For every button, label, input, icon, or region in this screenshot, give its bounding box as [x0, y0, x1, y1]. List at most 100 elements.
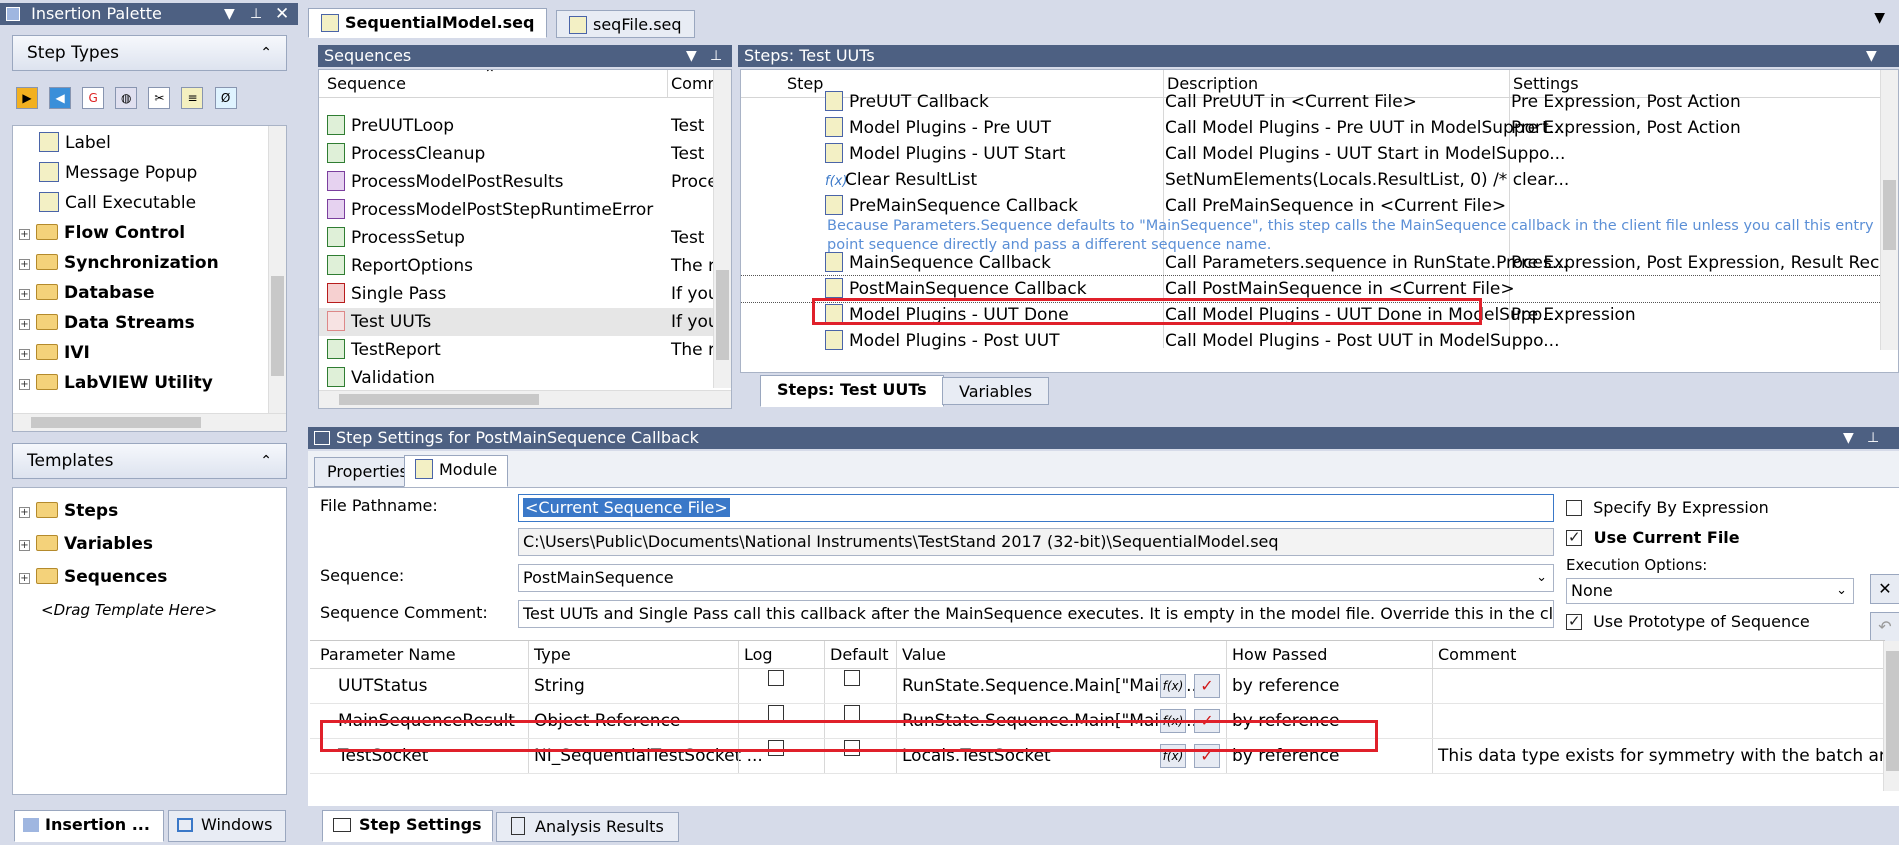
sequence-row[interactable]: ProcessSetup Test	[319, 224, 714, 252]
step-type-item[interactable]: Label	[39, 128, 268, 158]
step-type-item[interactable]: + IVI	[19, 338, 268, 368]
expand-icon[interactable]: +	[19, 507, 30, 518]
param-col-header[interactable]: Comment	[1438, 641, 1516, 669]
tab-insertion-palette[interactable]: Insertion ...	[14, 810, 164, 842]
step-type-item[interactable]: + Data Streams	[19, 308, 268, 338]
sequence-row[interactable]: ProcessCleanup Test	[319, 140, 714, 168]
step-row[interactable]: PreUUT Callback Call PreUUT in <Current F…	[741, 89, 1881, 115]
templates-header[interactable]: Templates ⌃	[12, 443, 287, 479]
sequence-row[interactable]: Single Pass If you	[319, 280, 719, 308]
step-adapter-icon[interactable]: ≡	[181, 87, 204, 109]
tab-variables[interactable]: Variables	[942, 377, 1050, 405]
step-type-item[interactable]: + Synchronization	[19, 248, 268, 278]
execution-options-select[interactable]: None ⌄	[1566, 578, 1854, 604]
close-icon[interactable]: ✕	[275, 3, 289, 25]
use-prototype-checkbox[interactable]	[1566, 612, 1582, 630]
tools-icon[interactable]: ✂	[148, 87, 171, 109]
step-row[interactable]: Model Plugins - Pre UUT Call Model Plugin…	[741, 115, 1881, 141]
step-type-item[interactable]: + Flow Control	[19, 218, 268, 248]
log-checkbox[interactable]	[768, 670, 784, 686]
dropdown-arrow-icon[interactable]: ▼	[686, 45, 697, 67]
tab-sequentialmodel-seq[interactable]: SequentialModel.seq	[308, 8, 548, 38]
expression-icon[interactable]: Ø	[214, 87, 237, 109]
undo-icon[interactable]: ↶	[1870, 612, 1899, 642]
sequence-call-icon[interactable]: ▶	[16, 87, 38, 109]
tab-step-settings[interactable]: Step Settings	[322, 810, 493, 842]
sequence-row[interactable]: ProcessModelPostStepRuntimeError	[319, 196, 714, 224]
step-row[interactable]: f(x)Clear ResultList SetNumElements(Local…	[741, 167, 1881, 193]
vertical-scrollbar[interactable]	[1880, 70, 1898, 350]
tools-icon[interactable]: ✕	[1870, 574, 1899, 604]
sequence-row[interactable]: TestReport The r	[319, 336, 715, 364]
param-col-header[interactable]: How Passed	[1232, 641, 1327, 669]
dropdown-arrow-icon[interactable]: ▼	[1843, 427, 1854, 449]
template-item-sequences[interactable]: + Sequences	[19, 562, 217, 592]
tab-windows[interactable]: Windows	[168, 810, 286, 842]
param-col-header[interactable]: Parameter Name	[320, 641, 456, 669]
default-checkbox[interactable]	[844, 670, 860, 686]
pin-icon[interactable]: ⊥	[250, 3, 262, 25]
tab-steps-test-uuts[interactable]: Steps: Test UUTs	[760, 375, 944, 407]
sequence-row[interactable]: ProcessModelPostResults Proce	[319, 168, 718, 196]
step-type-item[interactable]: + LabVIEW Utility	[19, 368, 268, 398]
col-comment[interactable]: Comr	[671, 70, 714, 98]
step-row[interactable]: Model Plugins - Post UUT Call Model Plugi…	[741, 328, 1881, 354]
chevron-down-icon[interactable]: ⌄	[1836, 579, 1847, 603]
parameter-row[interactable]: UUTStatus String RunState.Sequence.Main["M…	[310, 669, 1885, 704]
vertical-scrollbar[interactable]	[1883, 641, 1899, 791]
template-item-steps[interactable]: + Steps	[19, 496, 217, 526]
use-current-file-option[interactable]: Use Current File	[1566, 528, 1740, 547]
sequence-comment-field[interactable]: Test UUTs and Single Pass call this call…	[518, 600, 1554, 628]
sequence-row[interactable]: ReportOptions The r	[319, 252, 715, 280]
specify-by-expression-checkbox[interactable]	[1566, 500, 1582, 516]
sequence-row[interactable]: Test UUTs If you	[319, 308, 719, 336]
collapse-icon[interactable]: ⌃	[260, 36, 272, 70]
dropdown-arrow-icon[interactable]: ▼	[1866, 45, 1877, 67]
sequence-row[interactable]: PreUUTLoop Test	[319, 112, 714, 140]
dropdown-arrow-icon[interactable]: ▼	[1874, 10, 1885, 26]
chevron-down-icon[interactable]: ⌄	[1536, 565, 1547, 591]
sequence-select[interactable]: PostMainSequence ⌄	[518, 564, 1554, 592]
step-types-header[interactable]: Step Types ⌃	[12, 35, 287, 71]
param-col-header[interactable]: Type	[534, 641, 571, 669]
expand-icon[interactable]: +	[19, 319, 30, 330]
col-sequence[interactable]: Sequence	[327, 70, 406, 98]
specify-by-expression-option[interactable]: Specify By Expression	[1566, 498, 1769, 517]
default-checkbox[interactable]	[844, 705, 860, 721]
param-col-header[interactable]: Default	[830, 641, 888, 669]
step-row[interactable]: Model Plugins - UUT Start Call Model Plug…	[741, 141, 1881, 167]
param-col-header[interactable]: Log	[744, 641, 773, 669]
horizontal-scrollbar[interactable]	[319, 390, 731, 408]
tab-analysis-results[interactable]: Analysis Results	[496, 812, 679, 842]
expand-icon[interactable]: +	[19, 349, 30, 360]
horizontal-scrollbar[interactable]	[13, 413, 286, 431]
step-type-item[interactable]: Message Popup	[39, 158, 268, 188]
step-row[interactable]: PreMainSequence Callback Call PreMainSequ…	[741, 193, 1881, 219]
expand-icon[interactable]: +	[19, 540, 30, 551]
expand-icon[interactable]: +	[19, 289, 30, 300]
dropdown-arrow-icon[interactable]: ▼	[224, 3, 235, 25]
pin-icon[interactable]: ⊥	[710, 45, 722, 67]
param-col-header[interactable]: Value	[902, 641, 946, 669]
vertical-scrollbar[interactable]	[713, 70, 731, 388]
synchronization-icon[interactable]: ◍	[115, 87, 138, 109]
check-expression-icon[interactable]: ✓	[1194, 674, 1220, 698]
template-item-variables[interactable]: + Variables	[19, 529, 217, 559]
log-checkbox[interactable]	[768, 705, 784, 721]
expand-icon[interactable]: +	[19, 379, 30, 390]
step-type-item[interactable]: + Database	[19, 278, 268, 308]
tab-seqfile-seq[interactable]: seqFile.seq	[556, 10, 695, 38]
expand-icon[interactable]: +	[19, 573, 30, 584]
expression-builder-icon[interactable]: f(x)	[1160, 674, 1186, 698]
file-pathname-field[interactable]: <Current Sequence File>	[518, 494, 1554, 522]
use-current-file-checkbox[interactable]	[1566, 528, 1582, 546]
expand-icon[interactable]: +	[19, 259, 30, 270]
sequence-row[interactable]: Validation	[319, 364, 714, 392]
tab-module[interactable]: Module	[404, 455, 509, 487]
vertical-scrollbar[interactable]	[268, 126, 286, 414]
flow-icon[interactable]: G	[82, 87, 105, 109]
use-prototype-option[interactable]: Use Prototype of Sequence	[1566, 612, 1810, 631]
expand-icon[interactable]: +	[19, 229, 30, 240]
collapse-icon[interactable]: ⌃	[260, 444, 272, 478]
pin-icon[interactable]: ⊥	[1867, 427, 1879, 449]
